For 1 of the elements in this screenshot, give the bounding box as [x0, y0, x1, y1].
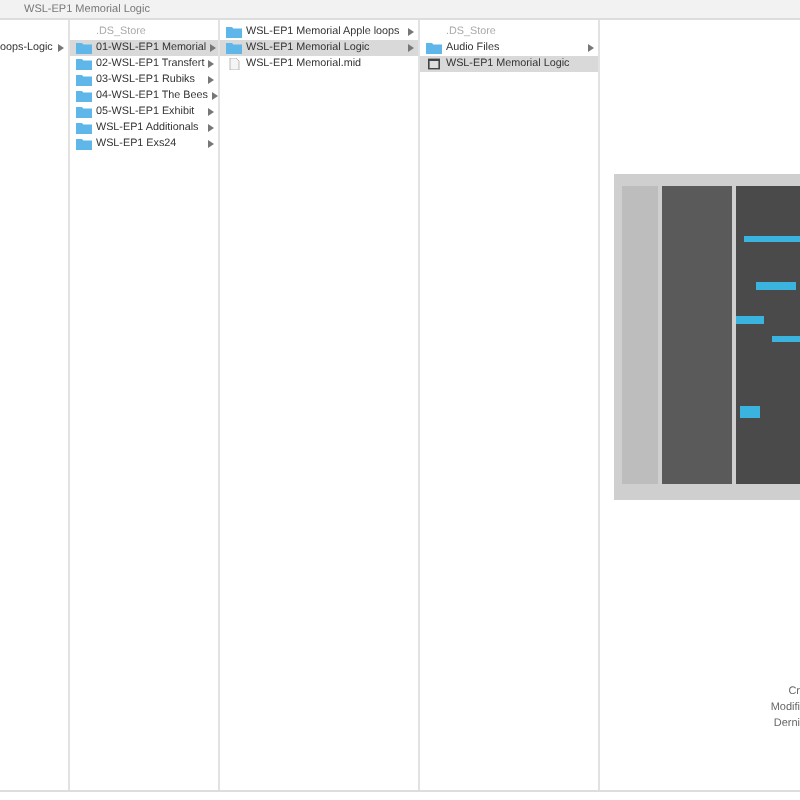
project-file-icon: [426, 58, 442, 70]
